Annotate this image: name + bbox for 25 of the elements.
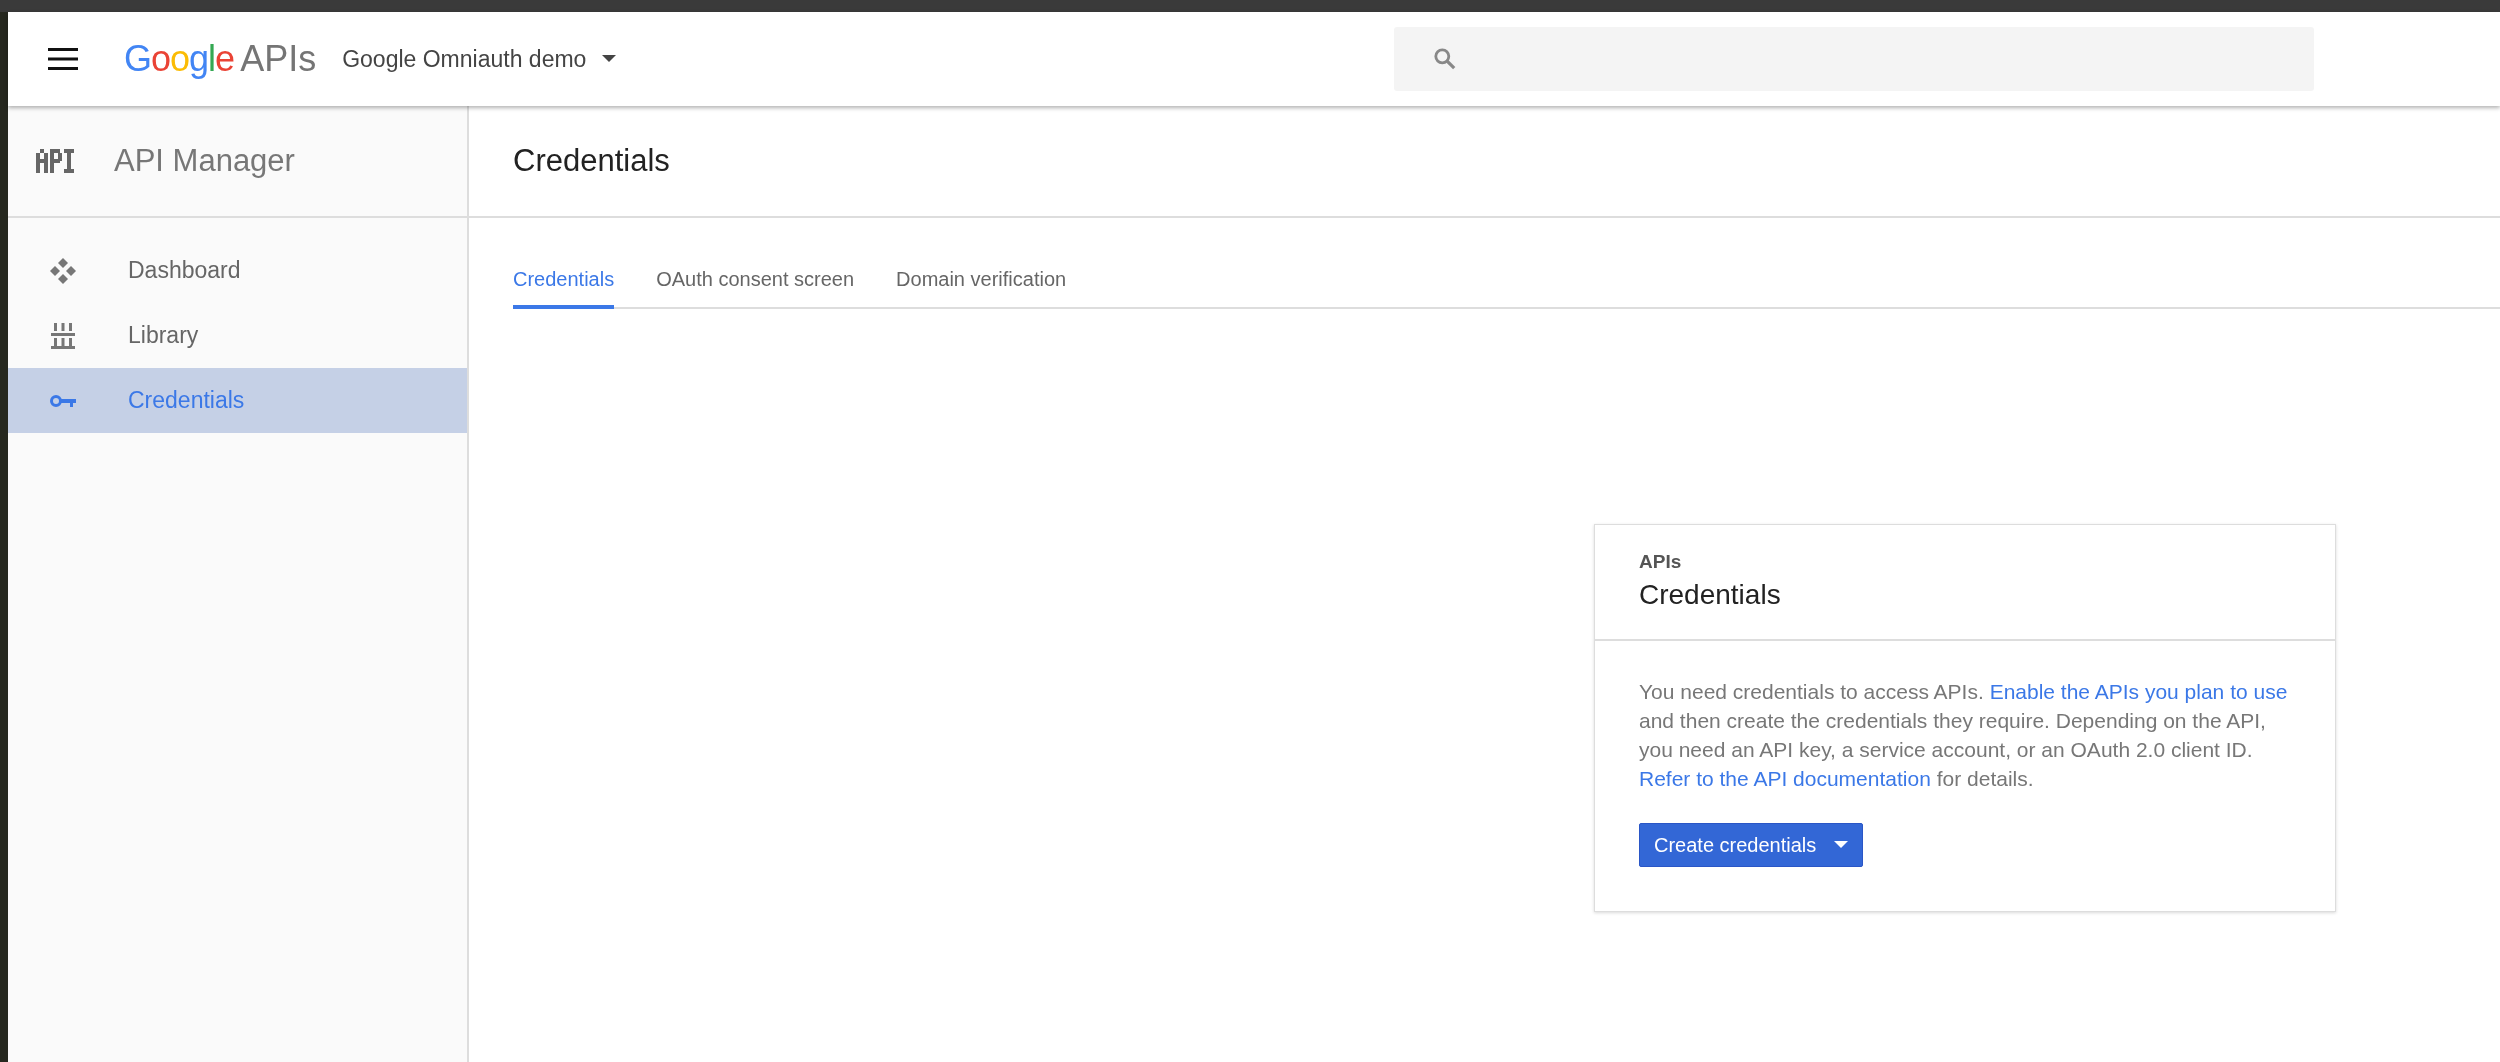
library-icon — [48, 322, 78, 349]
page-title: Credentials — [513, 143, 670, 179]
search-field[interactable] — [1394, 27, 2315, 91]
tab[interactable]: Credentials — [513, 268, 615, 309]
menu-icon[interactable] — [48, 48, 78, 70]
sidebar-item[interactable]: Credentials — [8, 368, 467, 433]
tab[interactable]: OAuth consent screen — [656, 268, 855, 309]
key-icon — [48, 393, 78, 408]
caret-icon — [602, 55, 617, 63]
caret-icon — [1834, 841, 1849, 849]
card-title: Credentials — [1639, 579, 1782, 611]
tab[interactable]: Domain verification — [896, 268, 1067, 309]
create-credentials-button[interactable]: Create credentials — [1639, 823, 1864, 867]
card-eyebrow: APIs — [1639, 551, 1683, 573]
sidebar-title: API Manager — [114, 143, 295, 179]
product-name: APIs — [240, 38, 317, 80]
sidebar-item[interactable]: Dashboard — [8, 238, 467, 303]
card-description: You need credentials to access APIs. Enable the APIs you plan to use and then create the credentials they require. Depending on the API, you need an API key, a service account, or an OAuth 2.0 client ID. Refer to the API documentation for details. — [1639, 679, 2289, 792]
link[interactable]: Refer to the API documentation — [1639, 767, 1931, 790]
diamond-cluster-icon — [48, 257, 78, 284]
link[interactable]: Enable the APIs you plan to use — [1989, 680, 2288, 703]
sidebar-item[interactable]: Library — [8, 303, 467, 368]
google-logo[interactable]: Google — [124, 38, 235, 80]
api-logo-icon — [36, 149, 74, 173]
project-selector[interactable]: Google Omniauth demo — [342, 45, 617, 73]
